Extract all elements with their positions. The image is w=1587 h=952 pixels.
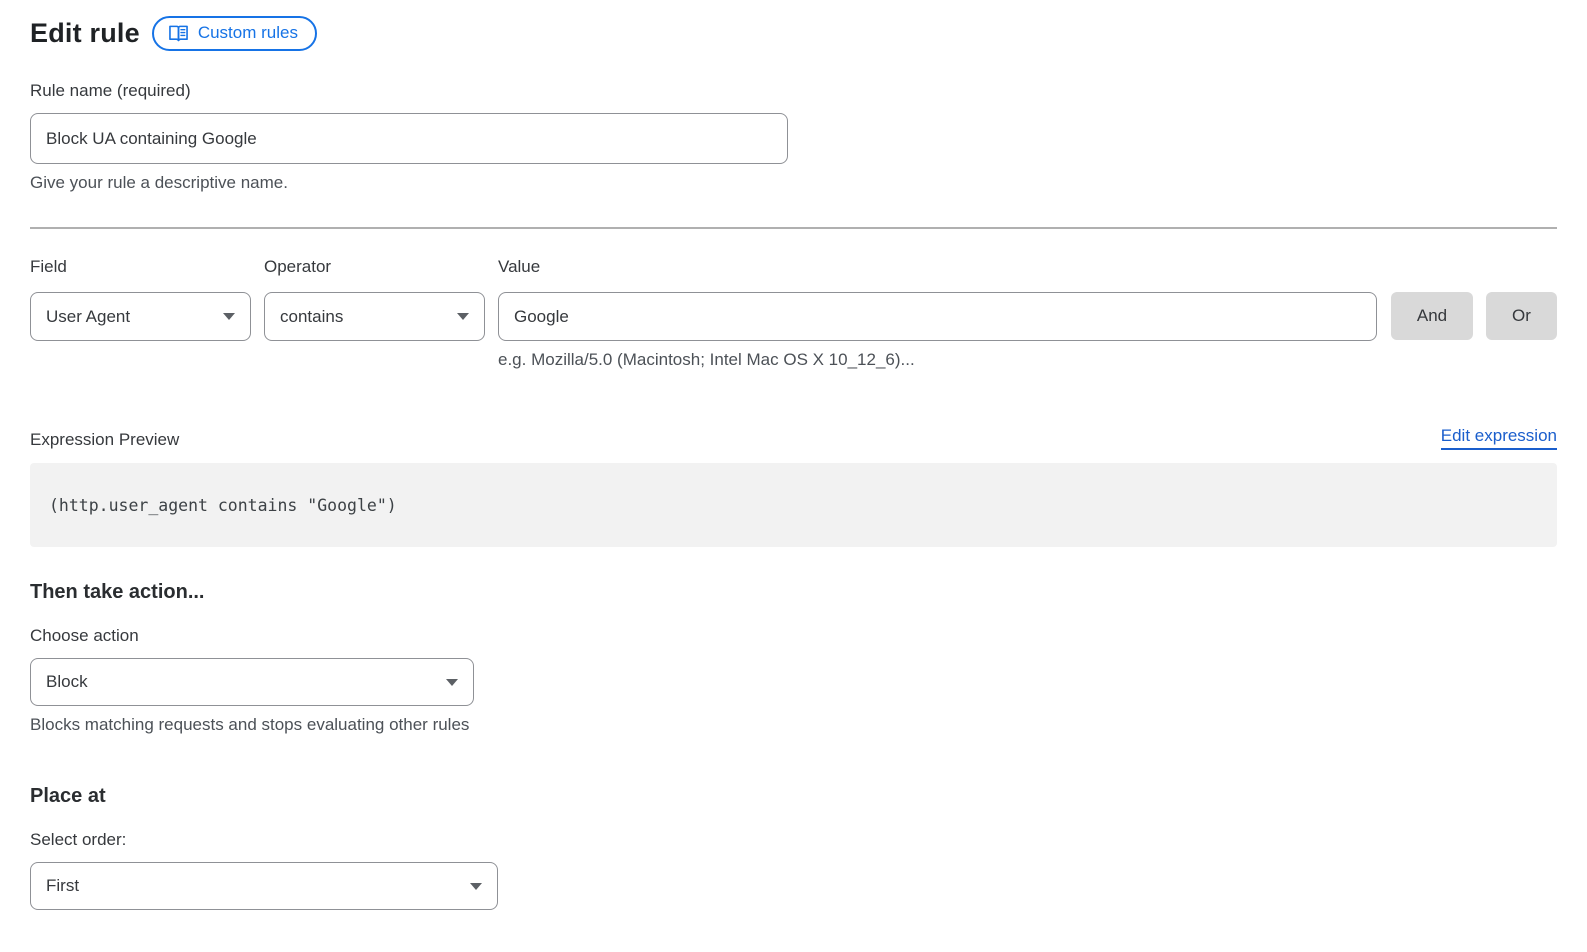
value-help: e.g. Mozilla/5.0 (Macintosh; Intel Mac O… [498,350,1377,370]
operator-label: Operator [264,257,485,277]
chevron-down-icon [446,679,458,686]
custom-rules-badge[interactable]: Custom rules [152,16,317,51]
expression-code: (http.user_agent contains "Google") [49,496,397,515]
or-button[interactable]: Or [1486,292,1557,340]
value-column: Value e.g. Mozilla/5.0 (Macintosh; Intel… [498,257,1377,370]
field-select[interactable]: User Agent [30,292,251,341]
action-select-value: Block [46,672,88,692]
expression-header: Expression Preview Edit expression [30,426,1557,450]
value-input[interactable] [498,292,1377,341]
action-help: Blocks matching requests and stops evalu… [30,715,1557,735]
select-order-label: Select order: [30,830,498,850]
and-button[interactable]: And [1391,292,1473,340]
operator-select[interactable]: contains [264,292,485,341]
action-select[interactable]: Block [30,658,474,706]
chevron-down-icon [470,883,482,890]
rule-name-input[interactable] [30,113,788,164]
chevron-down-icon [223,313,235,320]
page-title: Edit rule [30,18,140,49]
edit-expression-link[interactable]: Edit expression [1441,426,1557,450]
choose-action-label: Choose action [30,626,474,646]
order-select-value: First [46,876,79,896]
field-label: Field [30,257,251,277]
rule-name-section: Rule name (required) Give your rule a de… [30,81,788,193]
place-at-heading: Place at [30,785,1557,808]
condition-row: Field User Agent Operator contains Value… [30,257,1557,370]
open-book-icon [168,24,189,43]
action-heading: Then take action... [30,581,1557,604]
expression-preview-label: Expression Preview [30,430,179,450]
field-column: Field User Agent [30,257,251,341]
rule-name-help: Give your rule a descriptive name. [30,173,788,193]
logic-buttons: And Or [1391,292,1557,340]
rule-name-label: Rule name (required) [30,81,788,101]
order-select-wrap: Select order: First [30,830,498,910]
operator-select-value: contains [280,307,343,327]
value-label: Value [498,257,1377,277]
expression-section: Expression Preview Edit expression (http… [30,426,1557,547]
action-section: Then take action... Choose action Block … [30,581,1557,735]
field-select-value: User Agent [46,307,130,327]
chevron-down-icon [457,313,469,320]
custom-rules-badge-label: Custom rules [198,23,298,43]
operator-column: Operator contains [264,257,485,341]
placement-section: Place at Select order: First [30,785,1557,910]
section-divider [30,227,1557,229]
order-select[interactable]: First [30,862,498,910]
expression-preview-box: (http.user_agent contains "Google") [30,463,1557,547]
action-select-wrap: Choose action Block [30,626,474,706]
page-header: Edit rule Custom rules [30,16,1557,51]
